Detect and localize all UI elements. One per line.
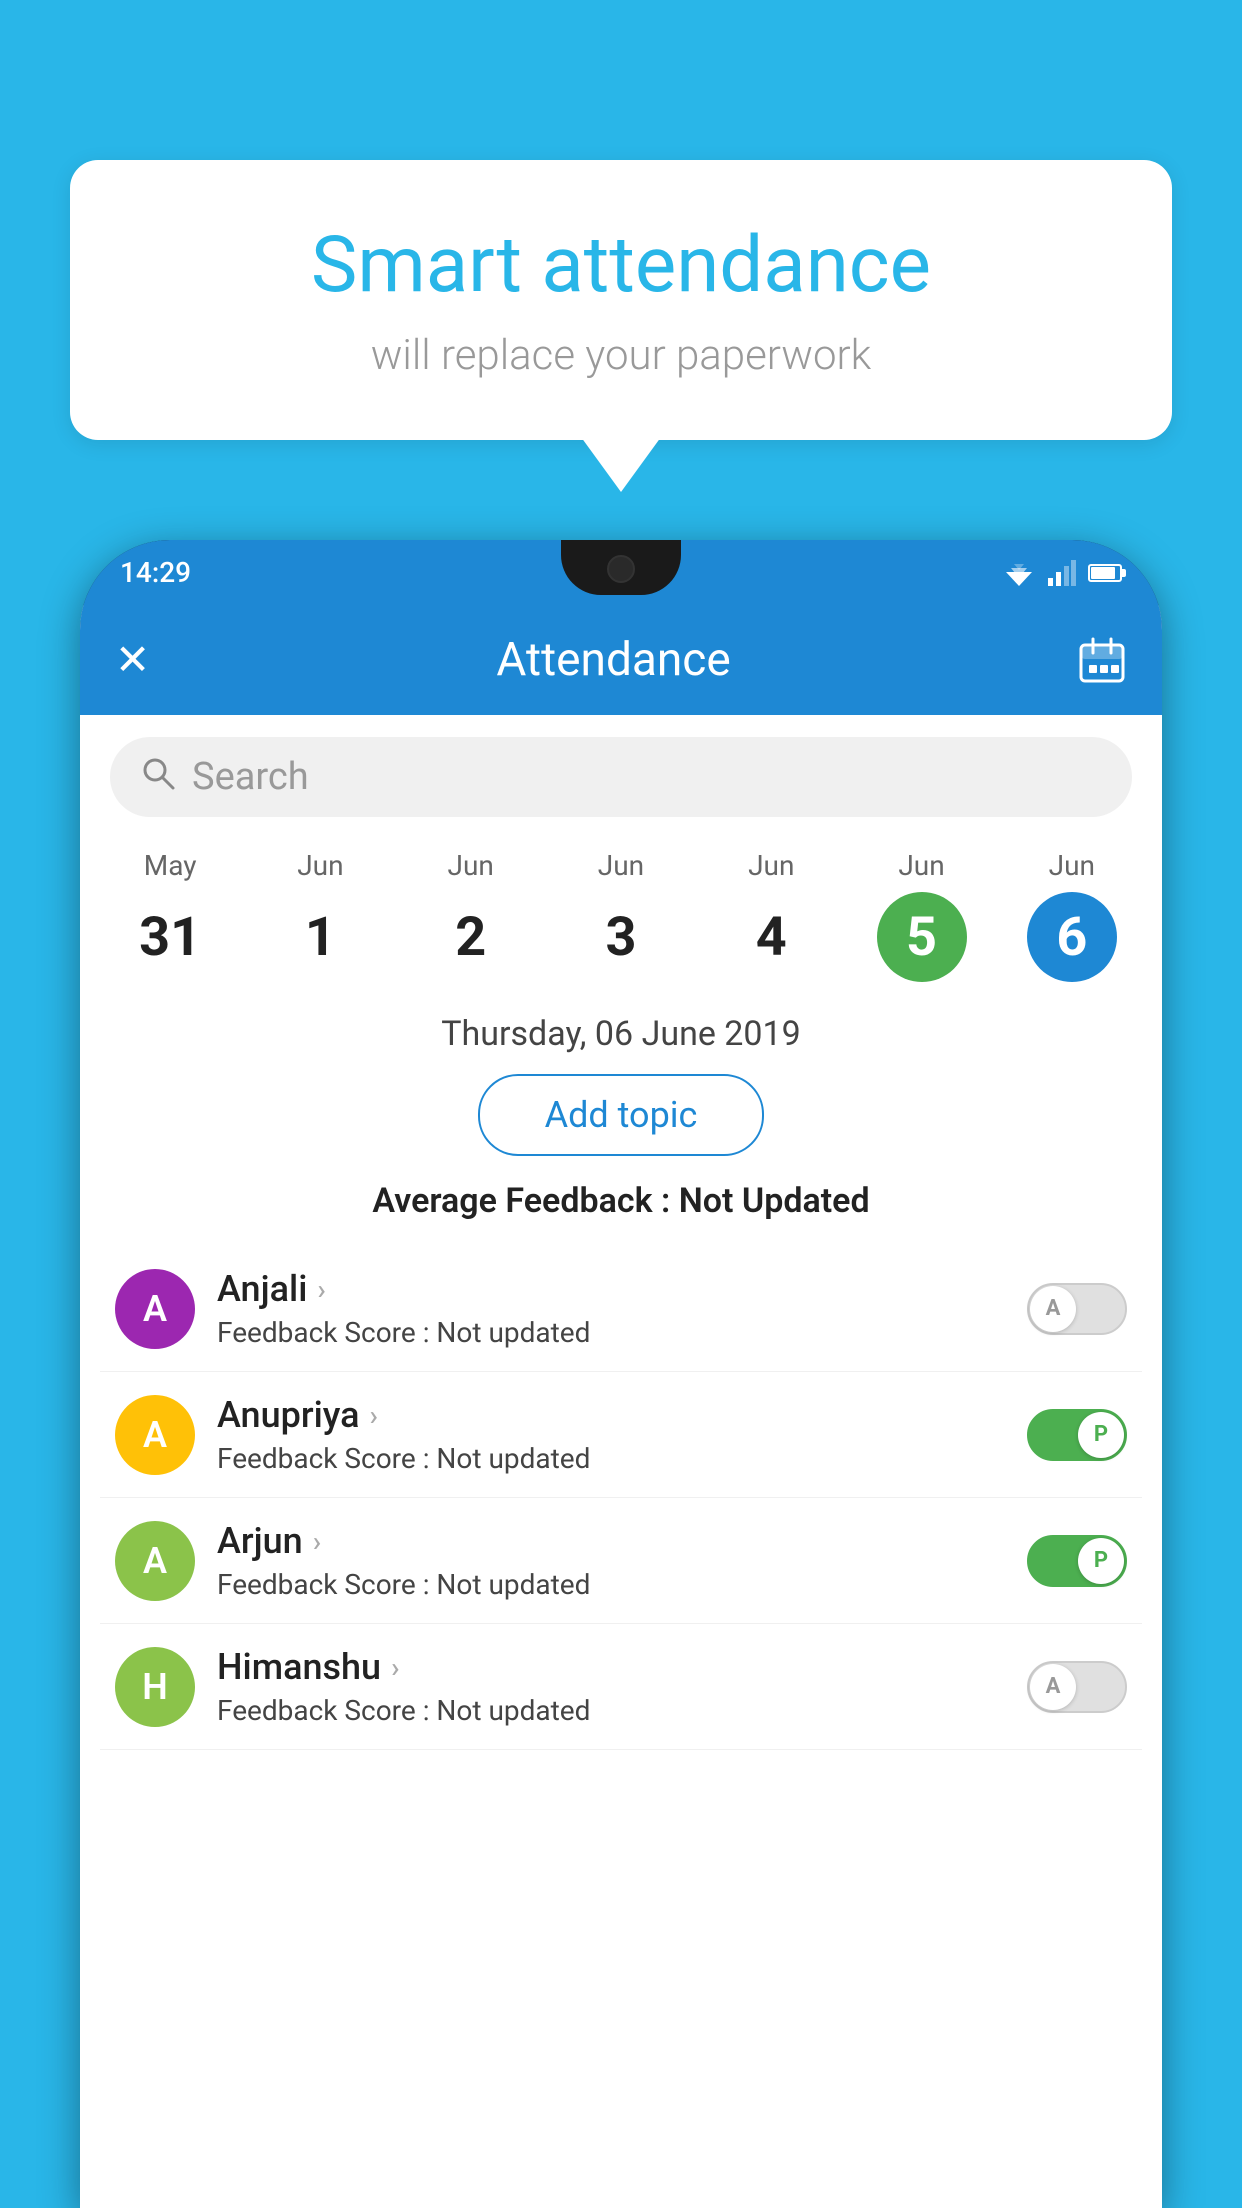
student-item[interactable]: H Himanshu › Feedback Score : Not updated A <box>100 1624 1142 1750</box>
toggle-knob: A <box>1030 1664 1076 1710</box>
avatar: H <box>115 1647 195 1727</box>
bubble-subtitle: will replace your paperwork <box>150 331 1092 380</box>
app-bar-title: Attendance <box>496 633 730 687</box>
speech-bubble-container: Smart attendance will replace your paper… <box>70 160 1172 440</box>
cal-date-number[interactable]: 3 <box>576 892 666 982</box>
wifi-icon <box>1002 560 1036 586</box>
cal-date-number[interactable]: 31 <box>125 892 215 982</box>
cal-date-number[interactable]: 5 <box>877 892 967 982</box>
phone-frame: 14:29 <box>80 540 1162 2208</box>
cal-month-label: Jun <box>898 849 944 882</box>
cal-month-label: May <box>144 849 197 882</box>
student-item[interactable]: A Anjali › Feedback Score : Not updated A <box>100 1246 1142 1372</box>
feedback-label: Feedback Score : <box>217 1316 436 1349</box>
selected-date: Thursday, 06 June 2019 <box>80 1002 1162 1074</box>
feedback-value: Not updated <box>436 1442 590 1475</box>
calendar-strip: May 31 Jun 1 Jun 2 Jun 3 Jun 4 Jun 5 Jun 6 <box>80 839 1162 1002</box>
avatar: A <box>115 1395 195 1475</box>
student-name-text: Himanshu <box>217 1646 381 1688</box>
calendar-day[interactable]: Jun 3 <box>546 849 696 982</box>
status-time: 14:29 <box>120 556 191 589</box>
bubble-title: Smart attendance <box>150 220 1092 311</box>
feedback-label: Feedback Score : <box>217 1694 436 1727</box>
student-name-text: Arjun <box>217 1520 303 1562</box>
student-info: Anjali › Feedback Score : Not updated <box>217 1268 1005 1349</box>
student-name-text: Anjali <box>217 1268 307 1310</box>
cal-date-number[interactable]: 4 <box>726 892 816 982</box>
feedback-score: Feedback Score : Not updated <box>217 1568 1005 1601</box>
attendance-toggle[interactable]: A <box>1027 1661 1127 1713</box>
student-info: Himanshu › Feedback Score : Not updated <box>217 1646 1005 1727</box>
cal-month-label: Jun <box>1049 849 1095 882</box>
student-name: Himanshu › <box>217 1646 1005 1688</box>
cal-month-label: Jun <box>448 849 494 882</box>
avg-feedback: Average Feedback : Not Updated <box>80 1181 1162 1221</box>
search-bar[interactable]: Search <box>110 737 1132 817</box>
avg-feedback-label: Average Feedback : <box>372 1181 678 1221</box>
attendance-toggle[interactable]: P <box>1027 1409 1127 1461</box>
student-name-text: Anupriya <box>217 1394 360 1436</box>
calendar-day[interactable]: Jun 5 <box>846 849 996 982</box>
speech-bubble: Smart attendance will replace your paper… <box>70 160 1172 440</box>
close-button[interactable]: ✕ <box>115 635 150 685</box>
avg-feedback-value: Not Updated <box>679 1181 870 1221</box>
calendar-day[interactable]: Jun 1 <box>245 849 395 982</box>
calendar-day[interactable]: Jun 2 <box>396 849 546 982</box>
cal-month-label: Jun <box>748 849 794 882</box>
feedback-score: Feedback Score : Not updated <box>217 1442 1005 1475</box>
student-info: Anupriya › Feedback Score : Not updated <box>217 1394 1005 1475</box>
student-name: Anjali › <box>217 1268 1005 1310</box>
app-content: ✕ Attendance <box>80 605 1162 2208</box>
chevron-icon: › <box>313 1525 321 1558</box>
calendar-icon[interactable] <box>1077 635 1127 685</box>
cal-month-label: Jun <box>297 849 343 882</box>
feedback-score: Feedback Score : Not updated <box>217 1316 1005 1349</box>
cal-date-number[interactable]: 1 <box>275 892 365 982</box>
student-list: AAnjali›Feedback Score : Not updatedAAAn… <box>80 1246 1162 1750</box>
toggle-knob: A <box>1030 1286 1076 1332</box>
calendar-day[interactable]: Jun 4 <box>696 849 846 982</box>
toggle-knob: P <box>1078 1412 1124 1458</box>
calendar-day[interactable]: Jun 6 <box>997 849 1147 982</box>
feedback-value: Not updated <box>436 1694 590 1727</box>
student-name: Anupriya › <box>217 1394 1005 1436</box>
student-info: Arjun › Feedback Score : Not updated <box>217 1520 1005 1601</box>
chevron-icon: › <box>370 1399 378 1432</box>
student-name: Arjun › <box>217 1520 1005 1562</box>
cal-date-number[interactable]: 6 <box>1027 892 1117 982</box>
phone-notch <box>561 540 681 595</box>
search-placeholder: Search <box>192 755 309 799</box>
avatar: A <box>115 1521 195 1601</box>
app-bar: ✕ Attendance <box>80 605 1162 715</box>
status-icons <box>1002 560 1122 586</box>
feedback-value: Not updated <box>436 1568 590 1601</box>
add-topic-button[interactable]: Add topic <box>478 1074 765 1156</box>
student-item[interactable]: A Arjun › Feedback Score : Not updated P <box>100 1498 1142 1624</box>
phone-container: 14:29 <box>80 540 1162 2208</box>
signal-icon <box>1048 560 1076 586</box>
search-icon <box>140 755 176 800</box>
chevron-icon: › <box>317 1273 325 1306</box>
feedback-score: Feedback Score : Not updated <box>217 1694 1005 1727</box>
attendance-toggle[interactable]: P <box>1027 1535 1127 1587</box>
phone-camera <box>607 555 635 583</box>
calendar-day[interactable]: May 31 <box>95 849 245 982</box>
battery-icon <box>1088 564 1122 582</box>
cal-month-label: Jun <box>598 849 644 882</box>
student-item[interactable]: A Anupriya › Feedback Score : Not updated P <box>100 1372 1142 1498</box>
feedback-value: Not updated <box>436 1316 590 1349</box>
toggle-knob: P <box>1078 1538 1124 1584</box>
feedback-label: Feedback Score : <box>217 1442 436 1475</box>
cal-date-number[interactable]: 2 <box>426 892 516 982</box>
attendance-toggle[interactable]: A <box>1027 1283 1127 1335</box>
chevron-icon: › <box>391 1651 399 1684</box>
feedback-label: Feedback Score : <box>217 1568 436 1601</box>
avatar: A <box>115 1269 195 1349</box>
